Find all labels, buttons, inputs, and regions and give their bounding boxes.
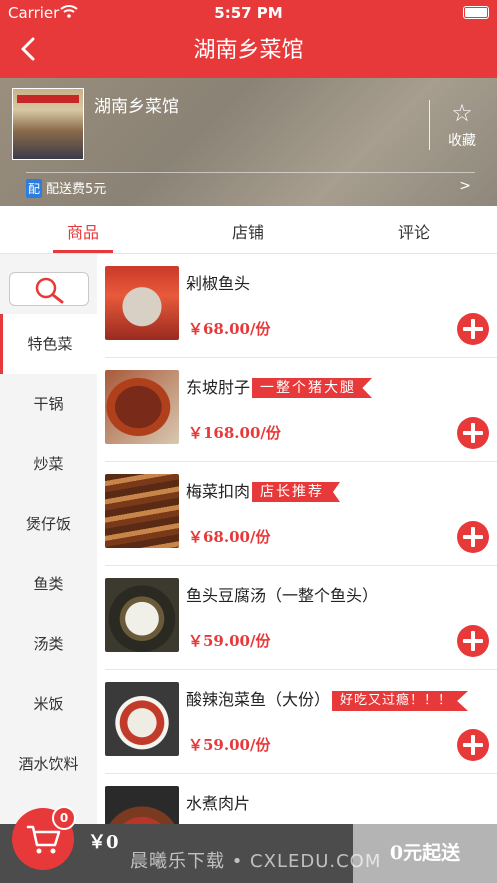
add-to-cart-icon[interactable] — [457, 521, 489, 553]
cart-total: ￥0 — [88, 832, 119, 853]
search-icon — [35, 277, 64, 304]
clock: 5:57 PM — [214, 4, 283, 22]
product-image — [105, 786, 179, 824]
product-price: ￥59.00/份 — [188, 632, 271, 650]
product-name: 剁椒鱼头 — [186, 274, 251, 293]
shop-photo — [12, 88, 84, 160]
navigation-bar: Carrier 5:57 PM 湖南乡菜馆 — [0, 0, 497, 78]
product-badge: 好吃又过瘾！！！ — [332, 691, 469, 711]
product-price: ￥68.00/份 — [188, 528, 271, 546]
cart-icon — [26, 825, 61, 854]
product-name: 东坡肘子 一整个猪大腿 — [186, 374, 373, 398]
delivery-fee: 配送费5元 — [46, 182, 107, 197]
search-button[interactable] — [9, 272, 89, 306]
favorite-label: 收藏 — [448, 133, 476, 149]
add-to-cart-icon[interactable] — [457, 417, 489, 449]
page-title: 湖南乡菜馆 — [193, 38, 304, 63]
product-image — [105, 682, 179, 756]
battery-icon — [463, 6, 489, 19]
product-name: 水煮肉片 — [186, 794, 251, 813]
chevron-right-icon[interactable]: > — [459, 178, 471, 194]
product-name: 梅菜扣肉 店长推荐 — [186, 478, 341, 502]
product-image — [105, 578, 179, 652]
product-badge: 一整个猪大腿 — [252, 378, 373, 398]
category-item[interactable]: 炒菜 — [0, 434, 97, 494]
product-row[interactable]: 梅菜扣肉 店长推荐 ￥68.00/份 — [97, 462, 497, 566]
category-item[interactable]: 干锅 — [0, 374, 97, 434]
product-list: 剁椒鱼头 ￥68.00/份 东坡肘子 一整个猪大腿 ￥168.00/份 梅菜扣肉店… — [97, 254, 497, 824]
divider — [429, 100, 430, 150]
product-image — [105, 370, 179, 444]
product-row[interactable]: 酸辣泡菜鱼（大份） 好吃又过瘾！！！ ￥59.00/份 — [97, 670, 497, 774]
category-sidebar: 特色菜 干锅 炒菜 煲仔饭 鱼类 汤类 米饭 酒水饮料 — [0, 254, 97, 824]
tab-products[interactable]: 商品 — [23, 219, 143, 243]
add-to-cart-icon[interactable] — [457, 729, 489, 761]
status-bar: Carrier 5:57 PM — [0, 4, 497, 24]
delivery-tag: 配 — [26, 179, 43, 198]
tab-bar: 商品 店铺 评论 — [0, 206, 497, 254]
add-to-cart-icon[interactable] — [457, 625, 489, 657]
category-item[interactable]: 鱼类 — [0, 554, 97, 614]
star-icon: ☆ — [451, 99, 473, 127]
product-price: ￥59.00/份 — [188, 736, 271, 754]
tab-shop[interactable]: 店铺 — [188, 219, 308, 243]
favorite-button[interactable]: ☆ 收藏 — [440, 100, 484, 150]
category-item[interactable]: 汤类 — [0, 614, 97, 674]
product-price: ￥168.00/份 — [188, 424, 281, 442]
shop-name: 湖南乡菜馆 — [94, 97, 179, 117]
shop-header: 湖南乡菜馆 ☆ 收藏 配配送费5元 > — [0, 78, 497, 206]
product-name: 鱼头豆腐汤（一整个鱼头） — [186, 586, 379, 605]
product-row[interactable]: 鱼头豆腐汤（一整个鱼头） ￥59.00/份 — [97, 566, 497, 670]
product-row[interactable]: 剁椒鱼头 ￥68.00/份 — [97, 254, 497, 358]
cart-count-badge: 0 — [52, 806, 76, 830]
product-name: 酸辣泡菜鱼（大份） 好吃又过瘾！！！ — [186, 686, 469, 711]
product-badge: 店长推荐 — [252, 482, 341, 502]
category-item[interactable]: 特色菜 — [0, 314, 97, 374]
tab-reviews[interactable]: 评论 — [354, 219, 474, 243]
delivery-info[interactable]: 配配送费5元 — [26, 178, 106, 198]
product-image — [105, 266, 179, 340]
category-item[interactable]: 酒水饮料 — [0, 734, 97, 794]
category-item[interactable]: 米饭 — [0, 674, 97, 734]
product-image — [105, 474, 179, 548]
product-row[interactable]: 水煮肉片 — [97, 774, 497, 824]
divider — [26, 172, 475, 173]
category-item[interactable]: 煲仔饭 — [0, 494, 97, 554]
add-to-cart-icon[interactable] — [457, 313, 489, 345]
watermark: 晨曦乐下载 • CXLEDU.COM — [130, 851, 382, 872]
tab-indicator — [53, 250, 113, 253]
product-row[interactable]: 东坡肘子 一整个猪大腿 ￥168.00/份 — [97, 358, 497, 462]
product-price: ￥68.00/份 — [188, 320, 271, 338]
